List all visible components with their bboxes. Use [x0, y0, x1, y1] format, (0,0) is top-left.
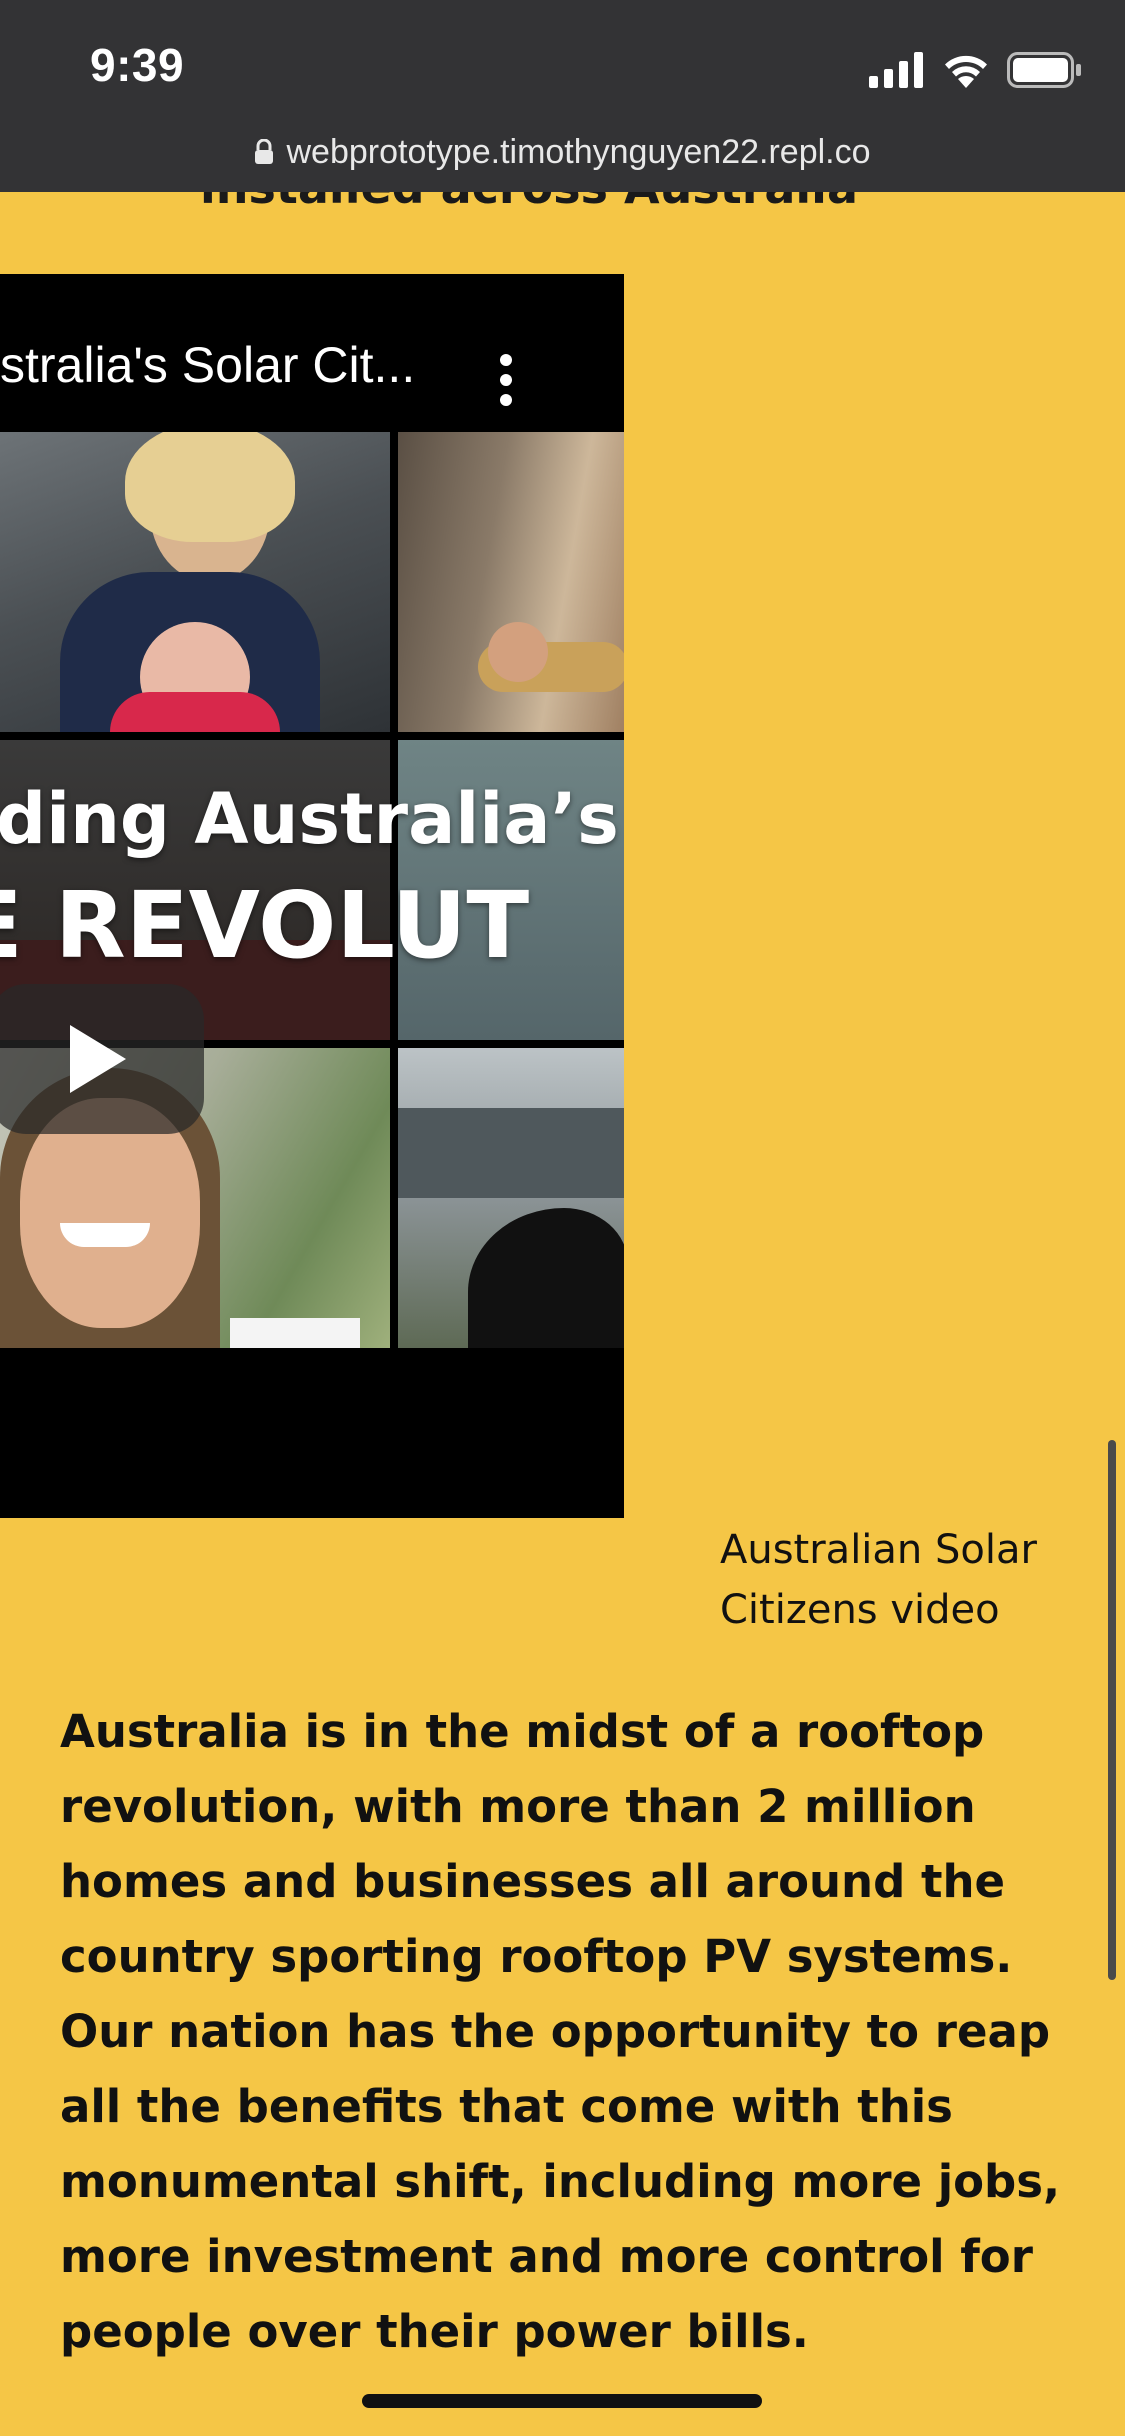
embedded-video-player[interactable]: stralia's Solar Cit... ding Australia’s …: [0, 274, 624, 1518]
thumbnail-tile-trumpet: [398, 432, 624, 732]
play-button[interactable]: [0, 984, 204, 1134]
home-indicator[interactable]: [362, 2394, 762, 2408]
play-icon: [70, 1025, 126, 1093]
video-overlay-line-2: E REVOLUT: [0, 872, 530, 979]
video-thumbnail[interactable]: ding Australia’s E REVOLUT: [0, 432, 624, 1362]
address-bar[interactable]: webprototype.timothynguyen22.repl.co: [0, 128, 1125, 176]
video-title[interactable]: stralia's Solar Cit...: [0, 336, 415, 394]
battery-icon: [1007, 52, 1081, 88]
page-scrollbar[interactable]: [1108, 1440, 1116, 1980]
thumbnail-tile-house: [398, 1048, 624, 1348]
status-icons: [869, 46, 1083, 94]
url-text: webprototype.timothynguyen22.repl.co: [286, 132, 871, 171]
lock-icon: [255, 139, 274, 164]
thumbnail-tile-woman-with-baby: [0, 432, 390, 732]
video-caption: Australian Solar Citizens video: [720, 1527, 1037, 1633]
cellular-signal-icon: [869, 52, 923, 88]
wifi-icon: [945, 55, 987, 88]
browser-top-bar: 9:39 webprototype.timothynguyen22.repl.c…: [0, 0, 1125, 192]
status-time: 9:39: [90, 39, 185, 91]
video-overlay-line-1: ding Australia’s: [0, 778, 619, 860]
intro-paragraph: Australia is in the midst of a rooftop r…: [60, 1705, 1061, 2358]
more-vertical-icon[interactable]: [496, 354, 516, 406]
